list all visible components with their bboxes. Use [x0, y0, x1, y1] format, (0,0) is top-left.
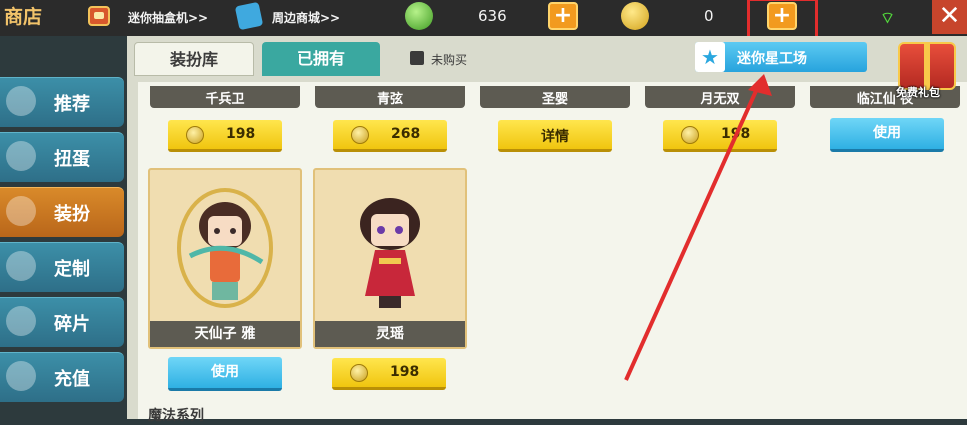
outfit-card[interactable]: 天仙子 雅 — [148, 168, 302, 349]
use-button[interactable]: 使用 — [830, 118, 944, 152]
puzzle-icon — [6, 306, 36, 336]
sidebar-item-label: 装扮 — [54, 204, 90, 225]
sidebar-item-outfit[interactable]: 装扮 — [0, 187, 124, 237]
outfit-name: 圣婴 — [541, 92, 568, 107]
close-button[interactable]: ✕ — [932, 0, 967, 34]
sidebar-item-fragments[interactable]: 碎片 — [0, 297, 124, 347]
sidebar-item-label: 定制 — [54, 259, 90, 280]
outfit-name: 千兵卫 — [205, 92, 245, 107]
coin-icon — [681, 126, 699, 144]
sidebar-item-label: 扭蛋 — [54, 149, 90, 170]
tab-wardrobe[interactable]: 装扮库 — [134, 42, 254, 76]
blindbox-machine-icon[interactable] — [88, 6, 110, 26]
sidebar-item-label: 碎片 — [54, 314, 90, 335]
sidebar-item-recharge[interactable]: 充值 — [0, 352, 124, 402]
character-avatar — [360, 198, 420, 308]
gift-box-icon[interactable] — [898, 42, 956, 90]
coin-count: 0 — [704, 7, 714, 25]
outfit-name: 天仙子 雅 — [150, 321, 300, 347]
buy-button[interactable]: 198 — [663, 120, 777, 152]
brush-icon — [6, 251, 36, 281]
outfit-icon — [6, 196, 36, 226]
coin-icon — [351, 126, 369, 144]
add-gems-button[interactable]: + — [548, 2, 578, 30]
buy-button[interactable]: 268 — [333, 120, 447, 152]
outfit-name: 青弦 — [376, 92, 403, 107]
thumb-icon — [6, 86, 36, 116]
sidebar-item-label: 充值 — [54, 369, 90, 390]
signal-icon: ⌔ — [880, 8, 896, 27]
mini-bean-icon — [405, 2, 433, 30]
coin-icon — [186, 126, 204, 144]
capsule-icon — [6, 141, 36, 171]
free-gift-label[interactable]: 免费礼包 — [896, 84, 940, 100]
not-bought-checkbox[interactable] — [410, 51, 424, 65]
price-label: 198 — [226, 126, 256, 142]
sidebar-item-label: 推荐 — [54, 94, 90, 115]
outfit-name: 灵瑶 — [315, 321, 465, 347]
price-label: 268 — [391, 126, 421, 142]
mini-workshop-button[interactable]: ★ 迷你星工场 — [695, 42, 867, 72]
gem-count: 636 — [478, 7, 507, 25]
sidebar-item-capsule[interactable]: 扭蛋 — [0, 132, 124, 182]
buy-button[interactable]: 198 — [168, 120, 282, 152]
outfit-card[interactable]: 灵瑶 — [313, 168, 467, 349]
coin-icon — [350, 364, 368, 382]
blindbox-link[interactable]: 迷你抽盒机>> — [128, 9, 208, 26]
price-label: 198 — [390, 364, 420, 380]
detail-label: 详情 — [541, 129, 569, 145]
shop-title: 商店 — [4, 6, 43, 28]
sidebar-item-recommend[interactable]: 推荐 — [0, 77, 124, 127]
workshop-label: 迷你星工场 — [737, 51, 807, 67]
tab-owned[interactable]: 已拥有 — [262, 42, 380, 76]
shopping-bag-icon[interactable] — [234, 1, 264, 31]
merch-mall-link[interactable]: 周边商城>> — [272, 9, 340, 26]
buy-button[interactable]: 198 — [332, 358, 446, 390]
price-label: 198 — [721, 126, 751, 142]
character-avatar — [177, 188, 273, 308]
section-title: 魔法系列 — [148, 408, 204, 424]
outfit-name: 月无双 — [700, 92, 740, 107]
star-icon: ★ — [695, 42, 725, 72]
mini-coin-icon — [621, 2, 649, 30]
sidebar-item-custom[interactable]: 定制 — [0, 242, 124, 292]
use-button[interactable]: 使用 — [168, 357, 282, 391]
coins-icon — [6, 361, 36, 391]
not-bought-label: 未购买 — [431, 53, 468, 67]
detail-button[interactable]: 详情 — [498, 120, 612, 152]
